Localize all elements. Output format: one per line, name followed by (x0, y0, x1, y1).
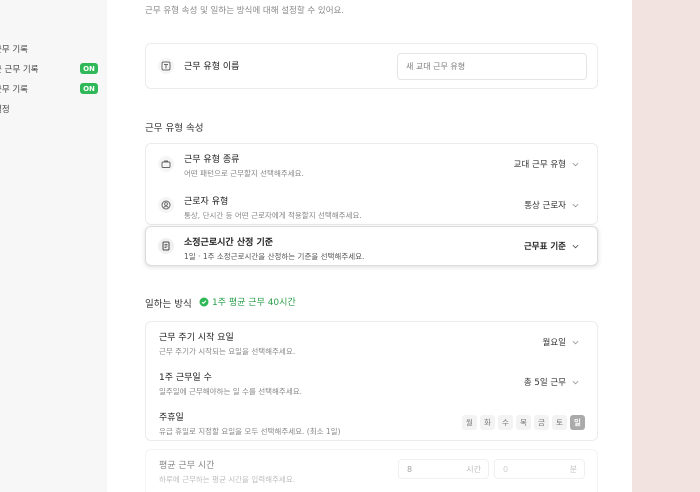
sidebar-item-label: 근무 기록 (0, 45, 28, 55)
day-mon[interactable]: 월 (462, 415, 477, 430)
background-strip (632, 0, 700, 492)
work-row-days[interactable]: 1주 근무일 수 일주일에 근무해야하는 일 수를 선택해주세요. 총 5일 근… (146, 362, 597, 402)
work-badge: 1주 평균 근무 40시간 (199, 295, 296, 308)
attr-card: 근무 유형 종류 어떤 패턴으로 근무할지 선택해주세요. 교대 근무 유형 근… (145, 143, 598, 225)
work-row-holiday: 주휴일 유급 휴일로 지정할 요일을 모두 선택해주세요. (최소 1일) 월 … (146, 402, 597, 442)
avg-title: 평균 근무 시간 (159, 461, 215, 471)
day-tue[interactable]: 화 (480, 415, 495, 430)
work-value[interactable]: 총 5일 근무 (524, 376, 579, 388)
work-badge-text: 1주 평균 근무 40시간 (212, 298, 296, 308)
work-row-start-day[interactable]: 근무 주기 시작 요일 근무 주기가 시작되는 요일을 선택해주세요. 월요일 (146, 322, 597, 362)
work-value[interactable]: 월요일 (543, 336, 579, 348)
attr-row-type[interactable]: 근무 유형 종류 어떤 패턴으로 근무할지 선택해주세요. 교대 근무 유형 (146, 144, 597, 185)
work-sub: 근무 주기가 시작되는 요일을 선택해주세요. (159, 347, 296, 356)
check-circle-icon (199, 297, 209, 306)
attr-row-basis[interactable]: 소정근로시간 산정 기준 1일 · 1주 소정근로시간을 산정하는 기준을 선택… (145, 226, 598, 266)
avg-sub: 하루에 근무하는 평균 시간을 입력해주세요. (159, 475, 296, 484)
text-icon (158, 58, 174, 74)
minutes-unit: 분 (569, 464, 577, 474)
work-section-title: 일하는 방식 (145, 299, 192, 310)
attr-value-text: 교대 근무 유형 (513, 160, 566, 170)
on-badge[interactable]: ON (80, 63, 98, 74)
name-label: 근무 유형 이름 (184, 62, 240, 72)
avg-time-card: 평균 근무 시간 하루에 근무하는 평균 시간을 입력해주세요. 8 시간 0 … (145, 449, 598, 492)
work-sub: 유급 휴일로 지정할 요일을 모두 선택해주세요. (최소 1일) (159, 427, 341, 436)
day-wed[interactable]: 수 (498, 415, 513, 430)
work-value-text: 총 5일 근무 (523, 378, 566, 388)
attr-sub: 어떤 패턴으로 근무할지 선택해주세요. (184, 169, 304, 178)
work-value-text: 월요일 (542, 338, 566, 348)
minutes-input[interactable]: 0 분 (494, 459, 585, 479)
sidebar-item-label: 근 근무 기록 (0, 65, 39, 75)
attr-row-worker[interactable]: 근로자 유형 통상, 단시간 등 어떤 근로자에게 적용할지 선택해주세요. 통… (146, 185, 597, 226)
attr-section-title: 근무 유형 속성 (145, 123, 204, 134)
work-title: 주휴일 (159, 413, 184, 423)
day-thu[interactable]: 목 (516, 415, 531, 430)
settings-panel: 근무 유형 속성 및 일하는 방식에 대해 설정할 수 있어요. 근무 유형 이… (107, 0, 632, 492)
attr-sub: 통상, 단시간 등 어떤 근로자에게 적용할지 선택해주세요. (184, 211, 362, 220)
sidebar-item-label: 설정 (0, 105, 10, 115)
attr-title: 근무 유형 종류 (184, 155, 240, 165)
attr-sub: 1일 · 1주 소정근로시간을 산정하는 기준을 선택해주세요. (184, 252, 365, 261)
hours-unit: 시간 (466, 464, 481, 474)
briefcase-icon (158, 156, 174, 172)
sidebar-item-work-record-3[interactable]: 근무 기록 (0, 83, 28, 95)
work-sub: 일주일에 근무해야하는 일 수를 선택해주세요. (159, 387, 303, 396)
chevron-down-icon (572, 203, 579, 207)
attr-title: 근로자 유형 (184, 197, 229, 207)
left-sidebar: 근무 기록 근 근무 기록 ON 근무 기록 ON 설정 (0, 0, 107, 492)
person-icon (158, 197, 174, 213)
day-sat[interactable]: 토 (552, 415, 567, 430)
attr-value-text: 통상 근로자 (524, 201, 566, 211)
chevron-down-icon (572, 162, 579, 166)
work-title: 근무 주기 시작 요일 (159, 333, 234, 343)
hours-value: 8 (407, 464, 413, 474)
work-card: 근무 주기 시작 요일 근무 주기가 시작되는 요일을 선택해주세요. 월요일 … (145, 321, 598, 441)
work-title: 1주 근무일 수 (159, 373, 212, 383)
hours-input[interactable]: 8 시간 (398, 459, 489, 479)
sidebar-item-work-record-2[interactable]: 근 근무 기록 (0, 63, 39, 75)
attr-value[interactable]: 교대 근무 유형 (514, 158, 579, 170)
sidebar-item-settings[interactable]: 설정 (0, 103, 10, 115)
section-description: 근무 유형 속성 및 일하는 방식에 대해 설정할 수 있어요. (145, 6, 345, 16)
chevron-down-icon (572, 380, 579, 384)
sidebar-item-label: 근무 기록 (0, 85, 28, 95)
attr-title: 소정근로시간 산정 기준 (184, 238, 274, 248)
sidebar-item-work-record[interactable]: 근무 기록 (0, 43, 28, 55)
minutes-value: 0 (503, 464, 509, 474)
day-sun[interactable]: 일 (570, 415, 585, 430)
chevron-down-icon (572, 340, 579, 344)
attr-value[interactable]: 통상 근로자 (524, 199, 579, 211)
attr-value[interactable]: 근무표 기준 (524, 240, 579, 252)
day-fri[interactable]: 금 (534, 415, 549, 430)
on-badge[interactable]: ON (80, 83, 98, 94)
name-card: 근무 유형 이름 새 교대 근무 유형 (145, 43, 598, 89)
attr-value-text: 근무표 기준 (523, 242, 566, 252)
name-input[interactable]: 새 교대 근무 유형 (397, 53, 587, 80)
chevron-down-icon (572, 244, 579, 248)
document-icon (158, 238, 174, 254)
